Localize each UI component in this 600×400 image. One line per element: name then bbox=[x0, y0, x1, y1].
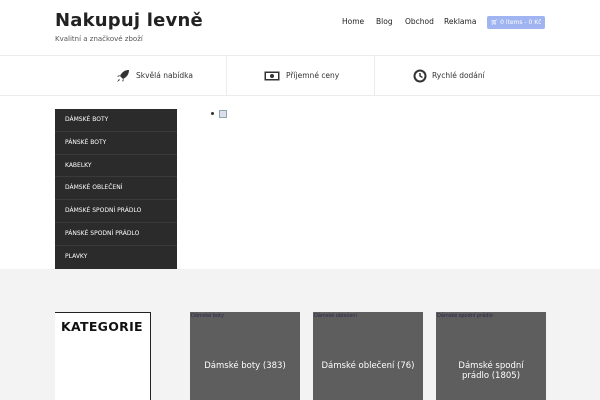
menu-item-damske-boty[interactable]: DÁMSKÉ BOTY bbox=[55, 109, 177, 132]
feature-label: Skvělá nabídka bbox=[136, 71, 193, 80]
feature-divider bbox=[226, 56, 227, 96]
feature-divider bbox=[374, 56, 375, 96]
menu-item-panske-boty[interactable]: PÁNSKÉ BOTY bbox=[55, 132, 177, 155]
category-menu: DÁMSKÉ BOTY PÁNSKÉ BOTY KABELKY DÁMSKÉ O… bbox=[55, 109, 177, 269]
nav-item-blog[interactable]: Blog bbox=[376, 17, 393, 26]
menu-item-kabelky[interactable]: KABELKY bbox=[55, 155, 177, 178]
money-icon bbox=[264, 71, 280, 81]
menu-item-panske-spodni-pradlo[interactable]: PÁNSKÉ SPODNÍ PRÁDLO bbox=[55, 223, 177, 246]
menu-item-damske-obleceni[interactable]: DÁMSKÉ OBLEČENÍ bbox=[55, 177, 177, 201]
menu-item-label: DÁMSKÉ BOTY bbox=[65, 116, 109, 123]
cart-label: 0 items - 0 Kč bbox=[500, 19, 542, 26]
cart-icon: 🛒︎ bbox=[490, 19, 501, 26]
category-card-label: Dámské boty (383) bbox=[204, 361, 286, 371]
categories-heading-box: KATEGORIE bbox=[55, 312, 151, 400]
menu-item-damske-spodni-pradlo[interactable]: DÁMSKÉ SPODNÍ PRÁDLO bbox=[55, 200, 177, 223]
site-tagline: Kvalitní a značkové zboží bbox=[55, 35, 143, 43]
menu-item-label: PLAVKY bbox=[65, 252, 88, 260]
categories-heading: KATEGORIE bbox=[61, 319, 143, 334]
category-card-label: Dámské spodní prádlo (1805) bbox=[458, 361, 524, 381]
site-title[interactable]: Nakupuj levně bbox=[55, 10, 203, 31]
nav-item-home[interactable]: Home bbox=[342, 17, 364, 26]
category-card-damske-obleceni[interactable]: Dámské oblečení Dámské oblečení (76) bbox=[313, 312, 423, 400]
feature-label: Rychlé dodání bbox=[432, 71, 485, 80]
cart-button[interactable]: 🛒︎ 0 items - 0 Kč bbox=[487, 16, 545, 29]
category-image-alt: Dámské oblečení bbox=[314, 313, 357, 319]
category-image-alt: Dámské spodní prádlo bbox=[437, 313, 493, 319]
nav-item-obchod[interactable]: Obchod bbox=[405, 17, 434, 26]
menu-item-label: PÁNSKÉ SPODNÍ PRÁDLO bbox=[65, 230, 140, 237]
category-card-damske-spodni-pradlo[interactable]: Dámské spodní prádlo Dámské spodní prádl… bbox=[436, 312, 546, 400]
broken-image-icon[interactable] bbox=[219, 110, 227, 118]
site-header: Nakupuj levně Kvalitní a značkové zboží … bbox=[0, 0, 600, 56]
list-bullet bbox=[211, 112, 214, 115]
nav-item-reklama[interactable]: Reklama bbox=[444, 17, 476, 26]
rocket-icon bbox=[117, 70, 129, 82]
feature-label: Příjemné ceny bbox=[286, 71, 340, 80]
menu-item-label: KABELKY bbox=[65, 161, 92, 169]
category-card-damske-boty[interactable]: Dámské boty Dámské boty (383) bbox=[190, 312, 300, 400]
menu-item-label: DÁMSKÉ SPODNÍ PRÁDLO bbox=[65, 207, 142, 215]
features-bar: Skvělá nabídka Příjemné ceny Rychlé dodá… bbox=[0, 56, 600, 96]
category-image-alt: Dámské boty bbox=[191, 313, 224, 319]
menu-item-label: DÁMSKÉ OBLEČENÍ bbox=[65, 184, 123, 192]
category-card-label: Dámské oblečení (76) bbox=[321, 361, 415, 371]
menu-item-label: PÁNSKÉ BOTY bbox=[65, 138, 107, 146]
clock-icon bbox=[413, 69, 427, 83]
menu-item-plavky[interactable]: PLAVKY bbox=[55, 246, 177, 269]
